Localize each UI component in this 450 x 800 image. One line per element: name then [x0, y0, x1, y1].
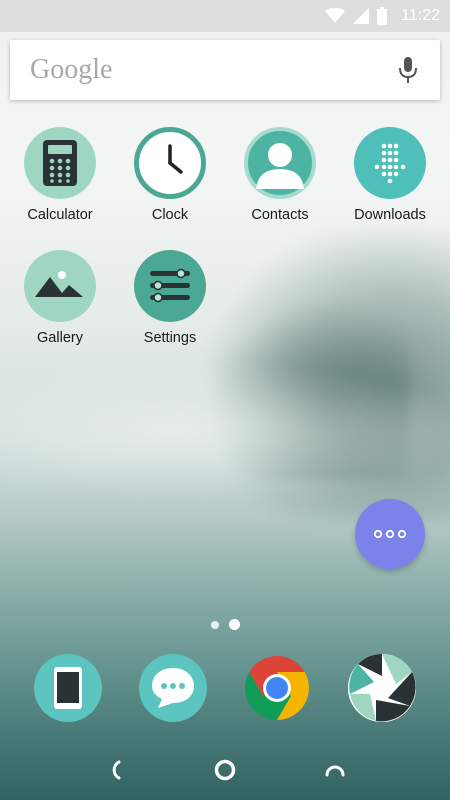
phone-icon[interactable] [34, 654, 102, 722]
messages-icon[interactable] [139, 654, 207, 722]
app-calculator[interactable]: Calculator [5, 127, 115, 223]
app-gallery[interactable]: Gallery [5, 250, 115, 346]
search-bar[interactable]: Google [10, 40, 440, 100]
app-clock[interactable]: Clock [115, 127, 225, 223]
contacts-icon [244, 127, 316, 199]
app-label: Clock [151, 207, 189, 223]
home-icon [214, 759, 236, 781]
more-dots-icon [373, 529, 407, 539]
page-dot[interactable] [210, 620, 219, 629]
app-label: Settings [143, 330, 197, 346]
app-settings[interactable]: Settings [115, 250, 225, 346]
downloads-icon [354, 127, 426, 199]
app-label: Gallery [37, 330, 83, 346]
calculator-icon [24, 127, 96, 199]
more-button[interactable] [355, 499, 425, 569]
settings-icon [134, 250, 206, 322]
recents-button[interactable] [311, 746, 359, 794]
status-bar: 11:22 [0, 0, 450, 32]
recents-icon [325, 765, 345, 777]
app-label: Contacts [251, 207, 309, 223]
app-downloads[interactable]: Downloads [335, 127, 445, 223]
google-logo: Google [30, 54, 113, 85]
chrome-icon[interactable] [243, 654, 311, 722]
camera-icon[interactable] [348, 654, 416, 722]
mic-icon[interactable] [396, 55, 420, 85]
gallery-icon [24, 250, 96, 322]
battery-icon [377, 7, 388, 25]
app-contacts[interactable]: Contacts [225, 127, 335, 223]
app-label: Downloads [354, 207, 426, 223]
nav-bar [0, 740, 450, 800]
wifi-icon [325, 8, 346, 23]
home-button[interactable] [201, 746, 249, 794]
back-icon [112, 760, 121, 780]
status-time: 11:22 [401, 7, 440, 24]
page-dot-active[interactable] [228, 619, 240, 630]
clock-icon [134, 127, 206, 199]
signal-icon [353, 8, 370, 24]
back-button[interactable] [91, 746, 139, 794]
page-indicator [0, 619, 450, 630]
app-label: Calculator [27, 207, 93, 223]
